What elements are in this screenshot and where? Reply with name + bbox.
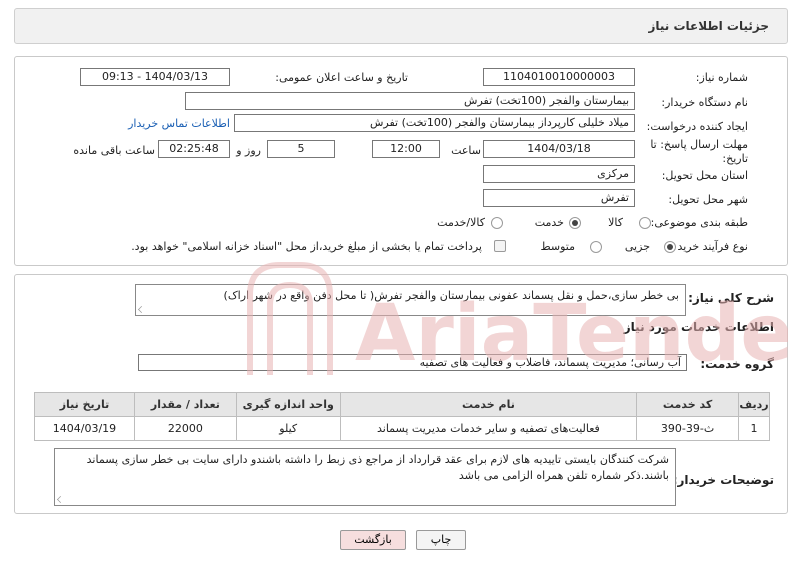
buyer-contact-link[interactable]: اطلاعات تماس خریدار bbox=[128, 117, 230, 130]
process-label: نوع فرآیند خرید : bbox=[670, 240, 748, 253]
payment-note: پرداخت تمام یا بخشی از مبلغ خرید،از محل … bbox=[131, 240, 482, 253]
buyer-notes-textarea[interactable]: شرکت کنندگان بایستی تاییدیه های لازم برا… bbox=[54, 448, 676, 506]
column-header: کد خدمت bbox=[636, 392, 740, 417]
city-field: تفرش bbox=[483, 189, 635, 207]
services-table: ردیف کد خدمت نام خدمت واحد اندازه گیری ت… bbox=[34, 392, 770, 441]
page-title: جزئیات اطلاعات نیاز bbox=[648, 19, 769, 33]
process-radio-medium[interactable] bbox=[590, 241, 602, 253]
column-header: واحد اندازه گیری bbox=[235, 392, 341, 417]
category-label: طبقه بندی موضوعی: bbox=[650, 216, 748, 229]
column-header: تاریخ نیاز bbox=[34, 392, 135, 417]
announce-date-field: 1404/03/13 - 09:13 bbox=[80, 68, 230, 86]
buyer-notes-text: شرکت کنندگان بایستی تاییدیه های لازم برا… bbox=[86, 453, 669, 482]
days-label: روز و bbox=[236, 144, 261, 157]
back-button[interactable]: بازگشت bbox=[340, 530, 406, 550]
resize-grip-icon[interactable] bbox=[138, 306, 145, 313]
buyer-notes-label: توضیحات خریدار: bbox=[672, 473, 774, 487]
table-cell: فعالیت‌های تصفیه و سایر خدمات مدیریت پسم… bbox=[339, 416, 638, 441]
category-radio-service[interactable] bbox=[569, 217, 581, 229]
table-cell: ث-39-390 bbox=[636, 416, 740, 441]
category-option-goods: کالا bbox=[608, 216, 623, 229]
column-header: ردیف bbox=[738, 392, 770, 417]
city-label: شهر محل تحویل: bbox=[668, 193, 748, 206]
process-option-minor: جزیی bbox=[624, 240, 650, 253]
resize-grip-icon[interactable] bbox=[57, 496, 64, 503]
category-radio-goods[interactable] bbox=[639, 217, 651, 229]
treasury-payment-checkbox[interactable] bbox=[494, 240, 506, 252]
category-option-service: خدمت bbox=[534, 216, 564, 229]
need-number-label: شماره نیاز: bbox=[695, 71, 748, 84]
announce-date-label: تاریخ و ساعت اعلان عمومی: bbox=[275, 71, 408, 84]
process-radio-minor[interactable] bbox=[664, 241, 676, 253]
column-header: تعداد / مقدار bbox=[133, 392, 237, 417]
service-group-field: آب رسانی؛ مدیریت پسماند، فاضلاب و فعالیت… bbox=[138, 354, 687, 371]
table-cell: کیلو bbox=[235, 416, 341, 441]
table-cell: 1404/03/19 bbox=[34, 416, 135, 441]
buyer-org-field: بیمارستان والفجر (100تخت) تفرش bbox=[185, 92, 635, 110]
buyer-org-label: نام دستگاه خریدار: bbox=[661, 96, 748, 109]
summary-textarea[interactable]: بی خطر سازی،حمل و نقل پسماند عفونی بیمار… bbox=[135, 284, 686, 316]
summary-text: بی خطر سازی،حمل و نقل پسماند عفونی بیمار… bbox=[223, 289, 679, 302]
service-group-label: گروه خدمت: bbox=[700, 357, 774, 371]
category-radio-goods-service[interactable] bbox=[491, 217, 503, 229]
creator-field: میلاد خلیلی کارپرداز بیمارستان والفجر (1… bbox=[234, 114, 635, 132]
need-number-field: 1104010010000003 bbox=[483, 68, 635, 86]
deadline-label: مهلت ارسال پاسخ: تا تاریخ: bbox=[650, 138, 748, 165]
column-header: نام خدمت bbox=[339, 392, 638, 417]
process-option-medium: متوسط bbox=[540, 240, 575, 253]
page-header: جزئیات اطلاعات نیاز bbox=[14, 8, 788, 44]
summary-label: شرح کلی نیاز: bbox=[688, 291, 774, 305]
days-remaining-field: 5 bbox=[267, 140, 335, 158]
deadline-time-label: ساعت bbox=[451, 144, 481, 157]
table-row: 1 ث-39-390 فعالیت‌های تصفیه و سایر خدمات… bbox=[34, 416, 770, 441]
services-section-title: اطلاعات خدمات مورد نیاز bbox=[623, 320, 774, 334]
deadline-time-field: 12:00 bbox=[372, 140, 440, 158]
deadline-date-field: 1404/03/18 bbox=[483, 140, 635, 158]
category-option-goods-service: کالا/خدمت bbox=[437, 216, 485, 229]
table-header-row: ردیف کد خدمت نام خدمت واحد اندازه گیری ت… bbox=[34, 392, 770, 417]
province-field: مرکزی bbox=[483, 165, 635, 183]
remaining-time-field: 02:25:48 bbox=[158, 140, 230, 158]
print-button[interactable]: چاپ bbox=[416, 530, 466, 550]
table-cell: 1 bbox=[738, 416, 770, 441]
table-cell: 22000 bbox=[133, 416, 237, 441]
remaining-time-label: ساعت باقی مانده bbox=[73, 144, 155, 157]
province-label: استان محل تحویل: bbox=[661, 169, 748, 182]
creator-label: ایجاد کننده درخواست: bbox=[646, 120, 748, 133]
